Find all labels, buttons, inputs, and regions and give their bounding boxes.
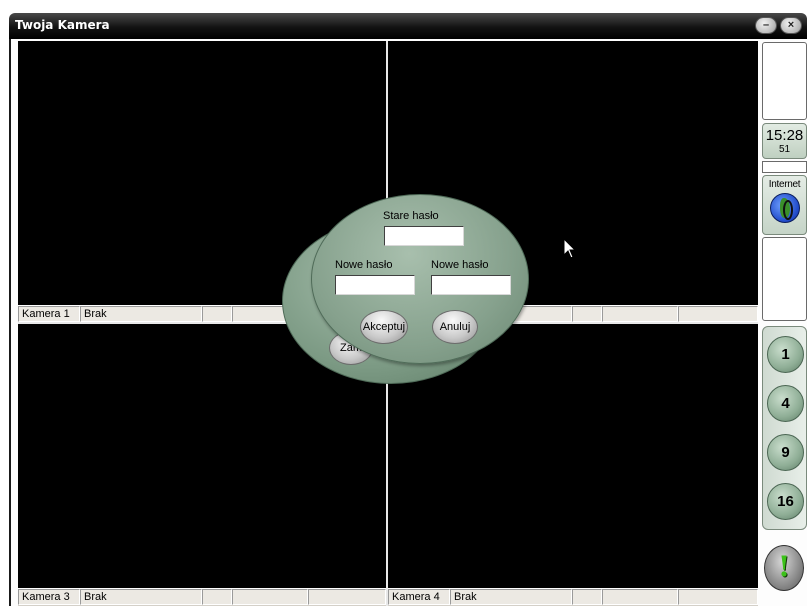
clock-time: 15:28	[765, 127, 804, 144]
globe-icon	[769, 193, 800, 223]
confirm-password-input[interactable]	[431, 275, 511, 295]
status-cell	[602, 306, 678, 322]
status-cell	[572, 589, 602, 605]
new-password-input[interactable]	[335, 275, 415, 295]
status-cell	[202, 306, 232, 322]
alert-button[interactable]: !	[764, 545, 804, 591]
layout-16-button[interactable]: 16	[767, 483, 804, 520]
old-password-label: Stare hasło	[383, 210, 439, 222]
internet-button[interactable]: Internet	[762, 175, 807, 235]
layout-1-button[interactable]: 1	[767, 336, 804, 373]
new-password-label: Nowe hasło	[335, 259, 393, 271]
side-preview-box-top	[762, 42, 807, 120]
status-cell	[678, 306, 758, 322]
close-icon[interactable]: ×	[780, 17, 802, 34]
accept-button[interactable]: Akceptuj	[360, 310, 408, 344]
mouse-cursor-icon	[563, 238, 577, 259]
camera-status: Brak	[80, 589, 202, 605]
cancel-button[interactable]: Anuluj	[432, 310, 478, 344]
camera-name: Kamera 3	[18, 589, 80, 605]
camera-status-bar-4: Kamera 4 Brak	[388, 588, 758, 605]
status-cell	[202, 589, 232, 605]
internet-label: Internet	[768, 179, 801, 190]
camera-name: Kamera 4	[388, 589, 450, 605]
side-preview-box-bottom	[762, 237, 807, 321]
title-bar: Twoja Kamera – ×	[9, 13, 807, 39]
layout-4-button[interactable]: 4	[767, 385, 804, 422]
status-cell	[572, 306, 602, 322]
status-cell	[232, 589, 308, 605]
camera-status: Brak	[450, 589, 572, 605]
status-cell	[602, 589, 678, 605]
window-title: Twoja Kamera	[15, 18, 110, 32]
camera-name: Kamera 1	[18, 306, 80, 322]
camera-status-bar-3: Kamera 3 Brak	[18, 588, 386, 605]
clock-display: 15:28 51	[762, 123, 807, 159]
status-cell	[678, 589, 758, 605]
clock-seconds: 51	[778, 144, 791, 155]
confirm-password-label: Nowe hasło	[431, 259, 489, 271]
layout-buttons-panel: 1 4 9 16	[762, 326, 807, 530]
layout-9-button[interactable]: 9	[767, 434, 804, 471]
minimize-icon[interactable]: –	[755, 17, 777, 34]
old-password-input[interactable]	[384, 226, 464, 246]
change-password-dialog: Stare hasło Nowe hasło Nowe hasło Akcept…	[311, 194, 529, 364]
side-indicator-strip	[762, 161, 807, 173]
alert-icon: !	[777, 550, 791, 583]
status-cell	[308, 589, 386, 605]
camera-status: Brak	[80, 306, 202, 322]
